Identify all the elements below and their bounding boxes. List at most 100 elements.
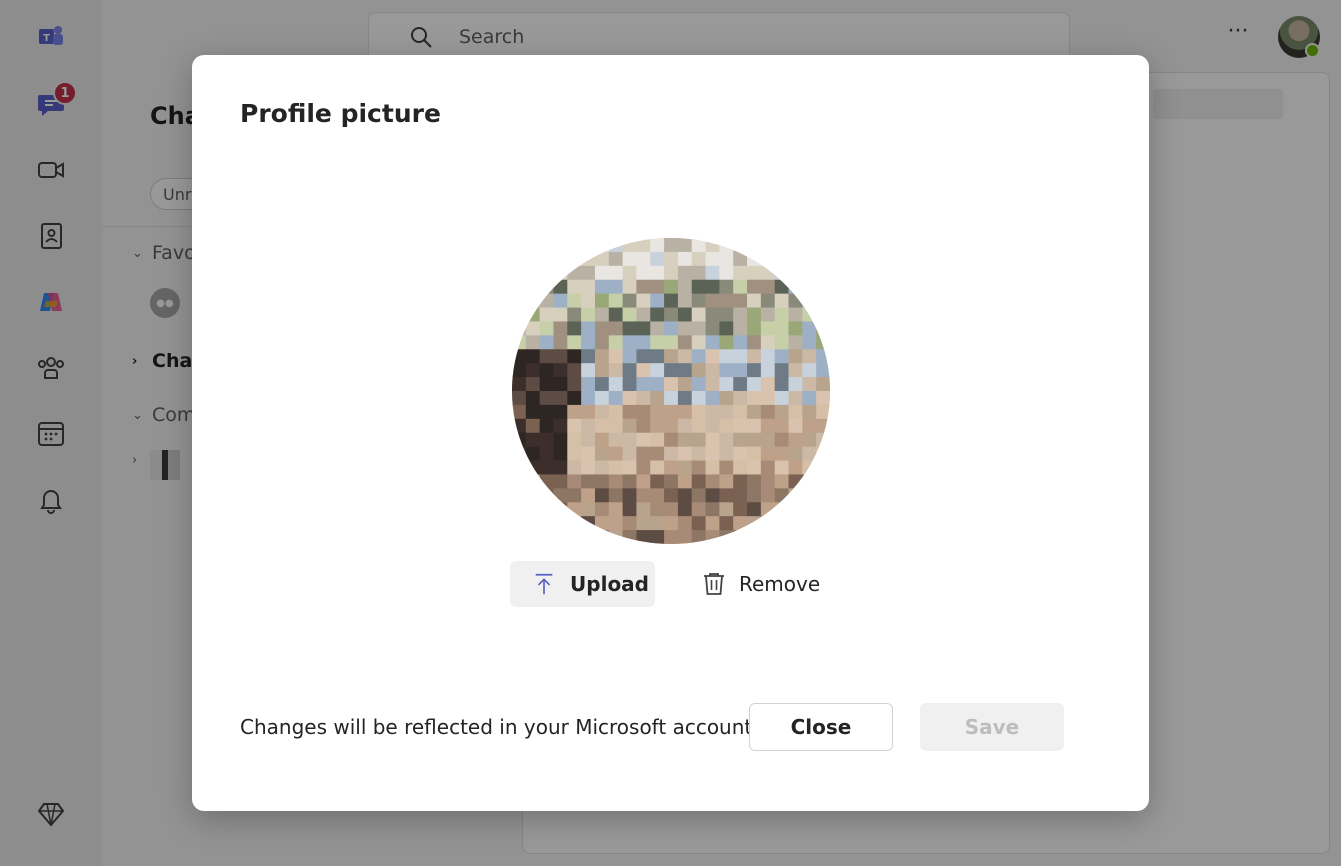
picture-pixel	[553, 238, 568, 253]
picture-pixel	[608, 265, 624, 281]
picture-pixel	[608, 460, 624, 475]
picture-pixel	[512, 460, 527, 475]
picture-pixel	[567, 446, 582, 462]
picture-pixel	[636, 251, 651, 267]
picture-pixel	[705, 279, 720, 295]
picture-pixel	[816, 335, 830, 350]
picture-pixel	[664, 474, 679, 489]
picture-pixel	[733, 418, 748, 434]
picture-pixel	[539, 404, 554, 420]
picture-pixel	[525, 293, 541, 309]
picture-pixel	[816, 516, 830, 531]
picture-pixel	[788, 391, 803, 406]
picture-pixel	[733, 363, 748, 378]
picture-pixel	[691, 307, 707, 322]
picture-pixel	[581, 418, 596, 434]
picture-pixel	[622, 335, 637, 350]
picture-pixel	[802, 474, 817, 489]
picture-pixel	[553, 279, 568, 295]
picture-pixel	[608, 502, 624, 517]
remove-button[interactable]: Remove	[695, 561, 826, 607]
picture-pixel	[512, 293, 527, 309]
picture-pixel	[664, 418, 679, 434]
picture-pixel	[553, 293, 568, 309]
picture-pixel	[788, 321, 803, 336]
picture-pixel	[650, 391, 665, 406]
picture-pixel	[802, 516, 817, 531]
picture-pixel	[650, 377, 665, 392]
picture-pixel	[664, 307, 679, 322]
picture-pixel	[567, 279, 582, 295]
picture-pixel	[608, 446, 624, 462]
picture-pixel	[816, 363, 830, 378]
picture-pixel	[608, 488, 624, 503]
picture-pixel	[774, 530, 790, 544]
upload-button[interactable]: Upload	[510, 561, 655, 607]
save-button[interactable]: Save	[920, 703, 1064, 751]
picture-pixel	[774, 488, 790, 503]
picture-pixel	[788, 474, 803, 489]
picture-pixel	[512, 432, 527, 448]
picture-pixel	[608, 404, 624, 420]
picture-pixel	[650, 238, 665, 253]
picture-pixel	[677, 321, 693, 336]
picture-pixel	[774, 335, 790, 350]
picture-pixel	[608, 363, 624, 378]
picture-pixel	[664, 502, 679, 517]
picture-pixel	[802, 349, 817, 364]
picture-pixel	[677, 530, 693, 544]
picture-pixel	[788, 349, 803, 364]
picture-pixel	[539, 307, 554, 322]
picture-pixel	[553, 321, 568, 336]
picture-pixel	[539, 474, 554, 489]
picture-pixel	[788, 279, 803, 295]
picture-pixel	[512, 363, 527, 378]
picture-pixel	[802, 293, 817, 309]
picture-pixel	[677, 516, 693, 531]
picture-pixel	[664, 530, 679, 544]
picture-pixel	[677, 251, 693, 267]
picture-pixel	[816, 238, 830, 253]
picture-pixel	[567, 363, 582, 378]
picture-pixel	[691, 335, 707, 350]
picture-pixel	[816, 418, 830, 434]
picture-pixel	[747, 307, 762, 322]
picture-pixel	[691, 265, 707, 281]
picture-pixel	[553, 251, 568, 267]
picture-pixel	[622, 488, 637, 503]
picture-pixel	[691, 460, 707, 475]
picture-pixel	[553, 474, 568, 489]
close-button[interactable]: Close	[749, 703, 893, 751]
picture-pixel	[677, 349, 693, 364]
picture-pixel	[622, 516, 637, 531]
picture-pixel	[760, 432, 776, 448]
picture-pixel	[622, 418, 637, 434]
picture-pixel	[594, 418, 610, 434]
picture-pixel	[636, 238, 651, 253]
picture-pixel	[553, 432, 568, 448]
picture-pixel	[664, 488, 679, 503]
picture-pixel	[512, 418, 527, 434]
picture-pixel	[512, 516, 527, 531]
picture-pixel	[567, 418, 582, 434]
picture-pixel	[567, 238, 582, 253]
picture-pixel	[636, 446, 651, 462]
picture-pixel	[802, 265, 817, 281]
picture-pixel	[567, 251, 582, 267]
picture-pixel	[664, 293, 679, 309]
picture-pixel	[691, 404, 707, 420]
picture-pixel	[705, 391, 720, 406]
picture-pixel	[650, 502, 665, 517]
picture-pixel	[650, 530, 665, 544]
picture-pixel	[788, 293, 803, 309]
picture-pixel	[802, 460, 817, 475]
picture-pixel	[747, 335, 762, 350]
remove-label: Remove	[739, 572, 821, 596]
picture-pixel	[691, 293, 707, 309]
picture-pixel	[581, 446, 596, 462]
picture-pixel	[705, 432, 720, 448]
picture-pixel	[719, 377, 734, 392]
picture-pixel	[705, 335, 720, 350]
picture-pixel	[677, 502, 693, 517]
picture-pixel	[553, 516, 568, 531]
